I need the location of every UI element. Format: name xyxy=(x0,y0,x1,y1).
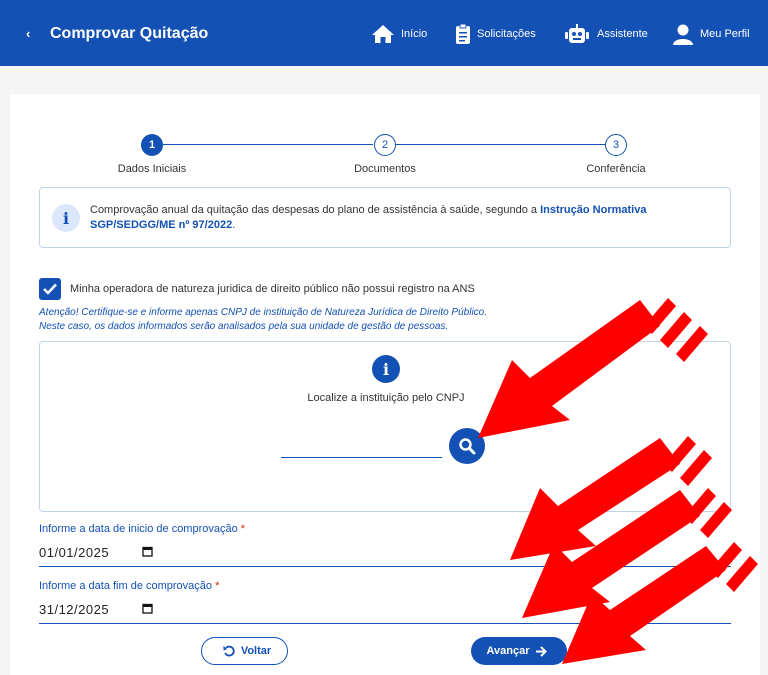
end-date-label: Informe a data fim de comprovação * xyxy=(39,580,219,592)
nav-label: Assistente xyxy=(597,28,648,40)
search-icon xyxy=(459,438,476,455)
required-mark: * xyxy=(215,580,220,592)
step-1-indicator: 1 xyxy=(141,134,163,156)
back-button-label: Voltar xyxy=(240,645,272,657)
no-ans-registry-checkbox[interactable] xyxy=(39,278,61,300)
info-message: Comprovação anual da quitação das despes… xyxy=(90,204,541,216)
arrow-right-icon xyxy=(535,645,547,657)
nav-assistente[interactable]: Assistente xyxy=(563,20,648,48)
checkbox-label: Minha operadora de natureza juridica de … xyxy=(70,283,475,295)
start-date-value: 01/01/2025 xyxy=(39,545,110,560)
end-date-label-text: Informe a data fim de comprovação xyxy=(39,580,213,592)
page-title: Comprovar Quitação xyxy=(50,25,209,42)
info-icon: i xyxy=(52,204,80,232)
back-chevron-icon[interactable]: ‹ xyxy=(26,24,30,44)
info-text: Comprovação anual da quitação das despes… xyxy=(90,203,720,233)
stepper-line xyxy=(163,144,373,145)
info-alert: i Comprovação anual da quitação das desp… xyxy=(39,187,731,248)
nav-label: Início xyxy=(401,28,428,40)
start-date-label-text: Informe a data de inicio de comprovação xyxy=(39,523,238,535)
calendar-icon[interactable] xyxy=(142,546,153,557)
cnpj-input[interactable] xyxy=(281,432,442,458)
nav-label: Meu Perfil xyxy=(700,28,750,40)
user-icon xyxy=(673,24,693,45)
step-2-indicator: 2 xyxy=(374,134,396,156)
step-3-indicator: 3 xyxy=(605,134,627,156)
check-icon xyxy=(43,283,57,295)
search-hint: Localize a instituição pelo CNPJ xyxy=(307,392,465,404)
nav-inicio[interactable]: Início xyxy=(371,20,427,48)
step-1-label: Dados Iniciais xyxy=(117,163,187,175)
top-bar: ‹ Comprovar Quitação Início Solicitações… xyxy=(0,0,768,66)
next-button[interactable]: Avançar xyxy=(471,637,567,665)
step-2-label: Documentos xyxy=(354,163,416,175)
nav-meu-perfil[interactable]: Meu Perfil xyxy=(672,20,750,48)
undo-icon xyxy=(223,645,235,656)
end-date-value: 31/12/2025 xyxy=(39,602,110,617)
required-mark: * xyxy=(240,523,246,535)
nav-solicitacoes[interactable]: Solicitações xyxy=(455,20,536,48)
stepper-line xyxy=(396,144,605,145)
step-3-label: Conferência xyxy=(586,163,646,175)
info-suffix: . xyxy=(232,219,236,231)
start-date-input[interactable]: 01/01/2025 xyxy=(39,541,731,567)
end-date-input[interactable]: 31/12/2025 xyxy=(39,598,731,624)
clipboard-icon xyxy=(456,23,470,44)
search-button[interactable] xyxy=(449,428,485,464)
start-date-label: Informe a data de inicio de comprovação … xyxy=(39,523,245,535)
next-button-label: Avançar xyxy=(486,645,530,657)
warning-line-1: Atenção! Certifique-se e informe apenas … xyxy=(39,307,488,318)
warning-text: Atenção! Certifique-se e informe apenas … xyxy=(39,306,487,334)
warning-line-2: Neste caso, os dados informados serão an… xyxy=(39,321,449,332)
cnpj-search-panel: i Localize a instituição pelo CNPJ xyxy=(39,341,731,512)
home-icon xyxy=(372,25,394,43)
info-icon: i xyxy=(372,355,400,383)
robot-icon xyxy=(565,24,589,43)
back-button[interactable]: Voltar xyxy=(201,637,288,665)
nav-label: Solicitações xyxy=(477,28,536,40)
calendar-icon[interactable] xyxy=(142,603,153,614)
